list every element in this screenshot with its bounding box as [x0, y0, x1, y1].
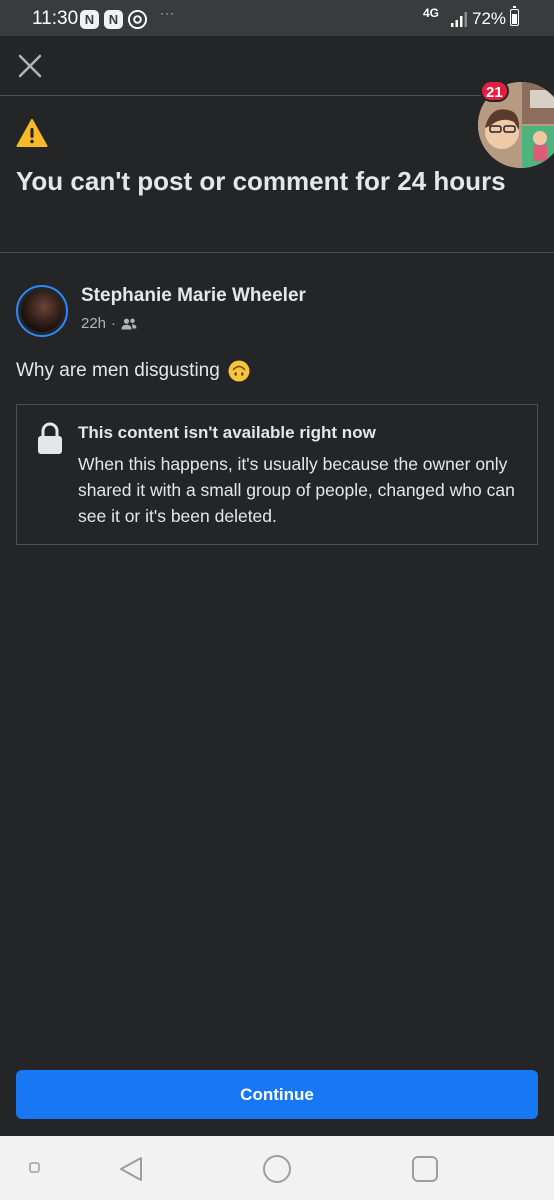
status-bar: 11:30 N N ··· 4G 72% — [0, 0, 554, 36]
notification-app-icon: N — [104, 10, 123, 29]
section-divider — [0, 252, 554, 253]
post-text: Why are men disgusting — [16, 360, 220, 381]
close-icon[interactable] — [14, 50, 46, 82]
meta-separator: · — [111, 315, 117, 332]
author-photo — [21, 290, 63, 332]
system-nav-bar — [0, 1136, 554, 1200]
lock-icon — [38, 422, 62, 454]
upside-down-face-icon — [228, 360, 250, 382]
header-divider — [0, 95, 554, 96]
nav-dot-icon[interactable] — [28, 1161, 42, 1175]
back-icon[interactable] — [116, 1154, 146, 1184]
post-meta: 22h · — [81, 315, 137, 332]
battery-percentage: 72% — [472, 9, 507, 28]
chat-badge-count: 21 — [480, 80, 509, 102]
network-type: 4G — [423, 6, 440, 20]
more-notifications-indicator: ··· — [160, 6, 175, 20]
friends-audience-icon[interactable] — [121, 318, 137, 330]
recents-icon[interactable] — [410, 1154, 440, 1184]
author-avatar[interactable] — [16, 285, 68, 337]
status-time: 11:30 — [32, 8, 79, 29]
home-icon[interactable] — [262, 1154, 292, 1184]
notification-app-icon: N — [80, 10, 99, 29]
battery-icon — [510, 6, 519, 26]
restriction-headline: You can't post or comment for 24 hours — [16, 166, 506, 196]
unavailable-content-card: This content isn't available right now W… — [16, 404, 538, 545]
chat-head[interactable]: 21 — [478, 80, 554, 168]
chrome-icon — [128, 10, 147, 29]
unavailable-title: This content isn't available right now — [78, 423, 376, 442]
author-name[interactable]: Stephanie Marie Wheeler — [81, 285, 306, 307]
signal-icon — [451, 12, 467, 27]
post-text-row: Why are men disgusting — [16, 360, 250, 382]
post-timestamp[interactable]: 22h — [81, 315, 106, 332]
unavailable-description: When this happens, it's usually because … — [78, 454, 515, 526]
warning-icon — [16, 119, 48, 147]
continue-button[interactable]: Continue — [16, 1070, 538, 1119]
